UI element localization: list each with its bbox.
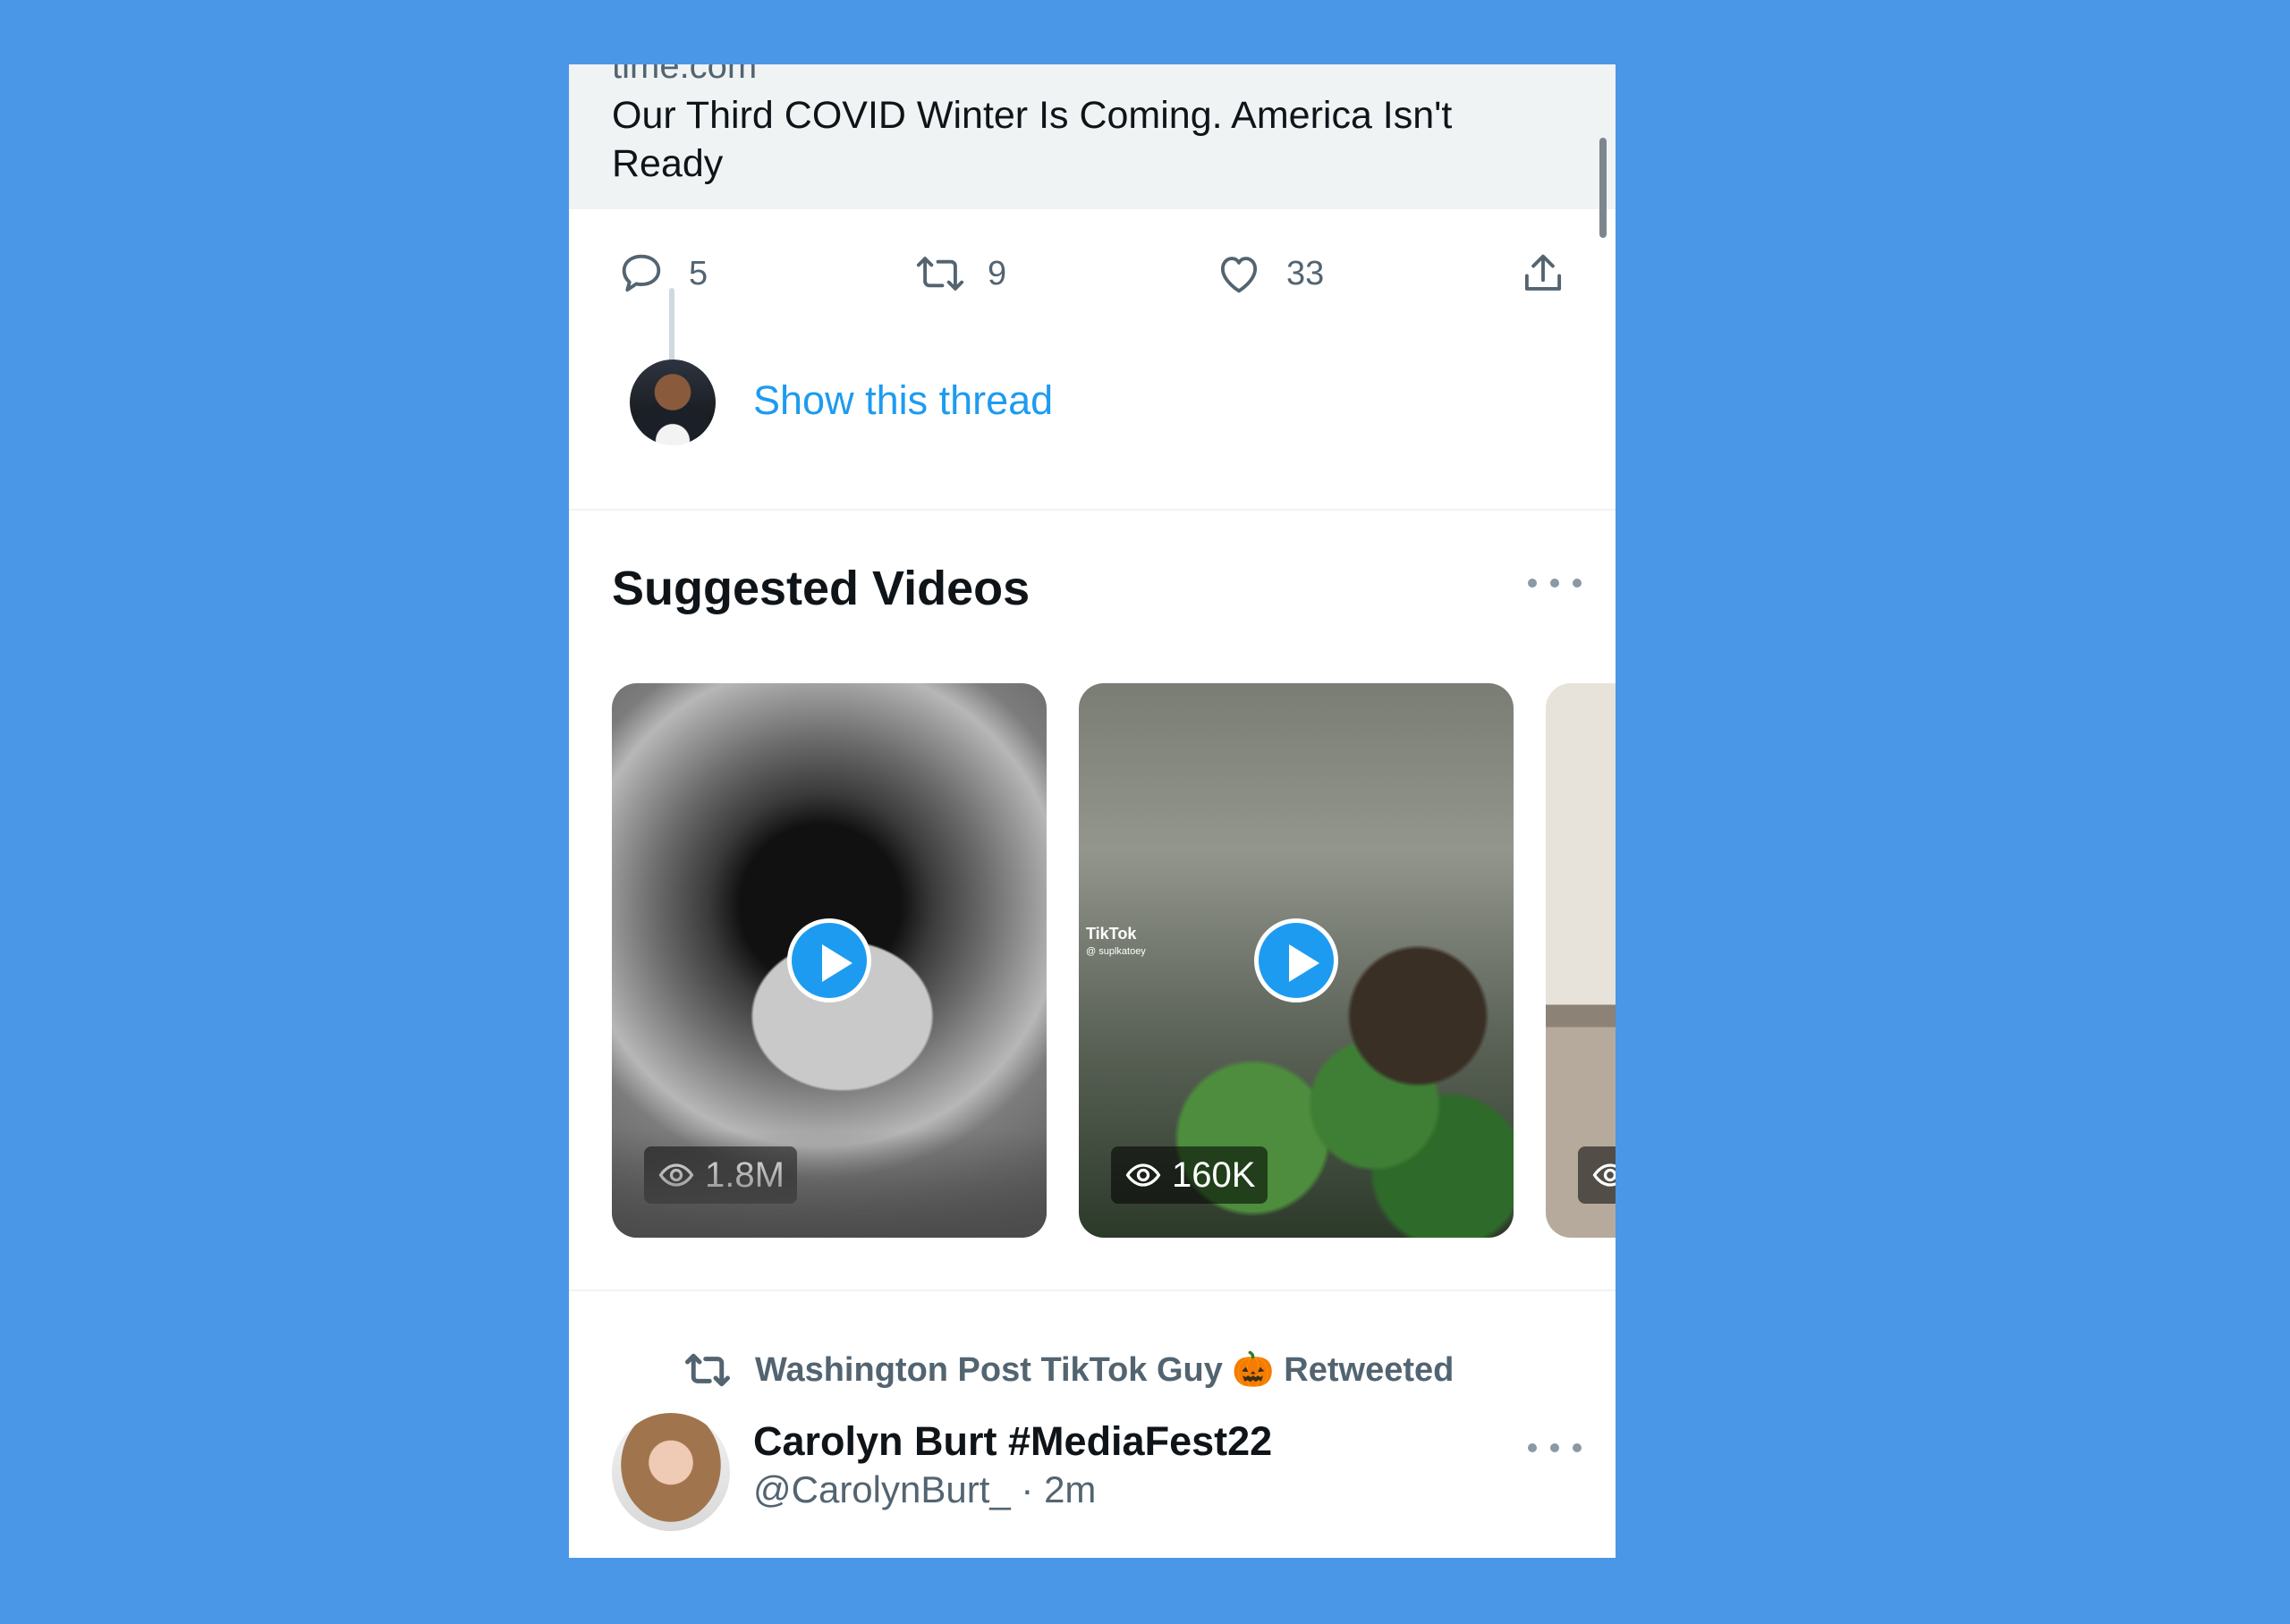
retweeted-by-label: Washington Post TikTok Guy 🎃 Retweeted — [755, 1351, 1455, 1389]
tweet-timeline: time.com Our Third COVID Winter Is Comin… — [569, 64, 1616, 1558]
like-icon — [1220, 257, 1258, 293]
more-button[interactable] — [1528, 1434, 1582, 1461]
more-icon-dot — [1573, 579, 1582, 588]
more-button[interactable] — [1528, 570, 1582, 596]
link-card[interactable]: time.com Our Third COVID Winter Is Comin… — [569, 64, 1616, 209]
tweet-actions: 5 9 33 — [569, 229, 1616, 318]
play-icon[interactable] — [787, 918, 871, 1002]
tiktok-watermark-text: TikTok — [1086, 925, 1137, 943]
retweet-icon — [685, 1353, 730, 1387]
show-thread-link[interactable]: Show this thread — [753, 374, 1053, 427]
retweet-button[interactable]: 9 — [914, 229, 1006, 318]
thread-connector — [669, 288, 674, 365]
more-icon — [1528, 1443, 1537, 1452]
view-count: 1.8M — [705, 1155, 785, 1195]
like-button[interactable]: 33 — [1213, 229, 1324, 318]
video-card[interactable]: TikTok @ suplkatoey 160K — [1079, 683, 1514, 1238]
author-name[interactable]: Carolyn Burt #MediaFest22 — [753, 1417, 1272, 1467]
share-icon — [1524, 254, 1562, 291]
video-card[interactable] — [1546, 683, 1616, 1238]
video-card[interactable]: 1.8M — [612, 683, 1047, 1238]
more-icon-dot — [1573, 1443, 1582, 1452]
retweet-context[interactable]: Washington Post TikTok Guy 🎃 Retweeted — [683, 1343, 1454, 1397]
link-title[interactable]: Our Third COVID Winter Is Coming. Americ… — [612, 91, 1542, 188]
eye-icon — [1125, 1163, 1161, 1187]
link-domain: time.com — [612, 64, 758, 86]
eye-icon — [1592, 1163, 1616, 1187]
video-carousel[interactable]: 1.8M TikTok @ suplkatoey 160K — [569, 683, 1616, 1238]
scrollbar[interactable] — [1599, 138, 1607, 238]
tiktok-watermark: TikTok @ suplkatoey — [1086, 925, 1146, 960]
view-count-badge: 160K — [1111, 1146, 1268, 1204]
retweet-count: 9 — [988, 254, 1007, 292]
reply-button[interactable]: 5 — [615, 229, 708, 318]
more-icon-dot — [1550, 1443, 1559, 1452]
view-count: 160K — [1172, 1155, 1256, 1195]
eye-icon — [658, 1163, 694, 1187]
author-handle: @CarolynBurt_ · 2m — [753, 1468, 1097, 1510]
retweet-icon — [916, 257, 964, 291]
view-count-badge: 1.8M — [644, 1146, 797, 1204]
reply-icon — [622, 254, 661, 292]
view-count-badge — [1578, 1146, 1616, 1204]
divider — [569, 1290, 1616, 1291]
reply-count: 5 — [689, 254, 708, 292]
share-button[interactable] — [1517, 229, 1569, 318]
tiktok-handle: @ suplkatoey — [1086, 946, 1146, 957]
play-icon[interactable] — [1254, 918, 1338, 1002]
divider — [569, 509, 1616, 511]
like-count: 33 — [1286, 254, 1325, 292]
section-title: Suggested Videos — [612, 562, 1030, 615]
avatar[interactable] — [630, 359, 716, 445]
more-icon-dot — [1550, 579, 1559, 588]
avatar[interactable] — [612, 1413, 730, 1531]
more-icon — [1528, 579, 1537, 588]
